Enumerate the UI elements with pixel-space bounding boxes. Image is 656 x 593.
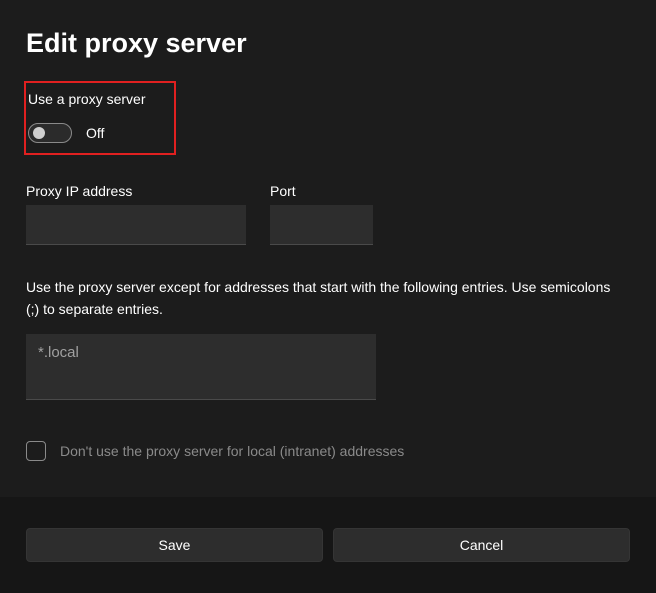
proxy-toggle-label: Use a proxy server <box>28 91 168 107</box>
proxy-toggle-state: Off <box>86 125 104 141</box>
ip-label: Proxy IP address <box>26 183 246 199</box>
ip-input-group: Proxy IP address <box>26 183 246 245</box>
save-button[interactable]: Save <box>26 528 323 562</box>
port-label: Port <box>270 183 373 199</box>
local-bypass-label: Don't use the proxy server for local (in… <box>60 443 404 459</box>
proxy-port-input[interactable] <box>270 205 373 245</box>
exceptions-description: Use the proxy server except for addresse… <box>26 277 626 320</box>
local-bypass-row: Don't use the proxy server for local (in… <box>26 441 630 461</box>
proxy-toggle-highlight: Use a proxy server Off <box>24 81 176 155</box>
cancel-button[interactable]: Cancel <box>333 528 630 562</box>
dialog-title: Edit proxy server <box>26 28 630 59</box>
proxy-ip-input[interactable] <box>26 205 246 245</box>
port-input-group: Port <box>270 183 373 245</box>
dialog-footer: Save Cancel <box>0 497 656 593</box>
exceptions-input[interactable] <box>26 334 376 400</box>
proxy-toggle-switch[interactable] <box>28 123 72 143</box>
proxy-settings-dialog: Edit proxy server Use a proxy server Off… <box>0 0 656 497</box>
address-port-row: Proxy IP address Port <box>26 183 630 245</box>
proxy-toggle-row: Off <box>28 123 168 143</box>
local-bypass-checkbox[interactable] <box>26 441 46 461</box>
toggle-knob-icon <box>33 127 45 139</box>
